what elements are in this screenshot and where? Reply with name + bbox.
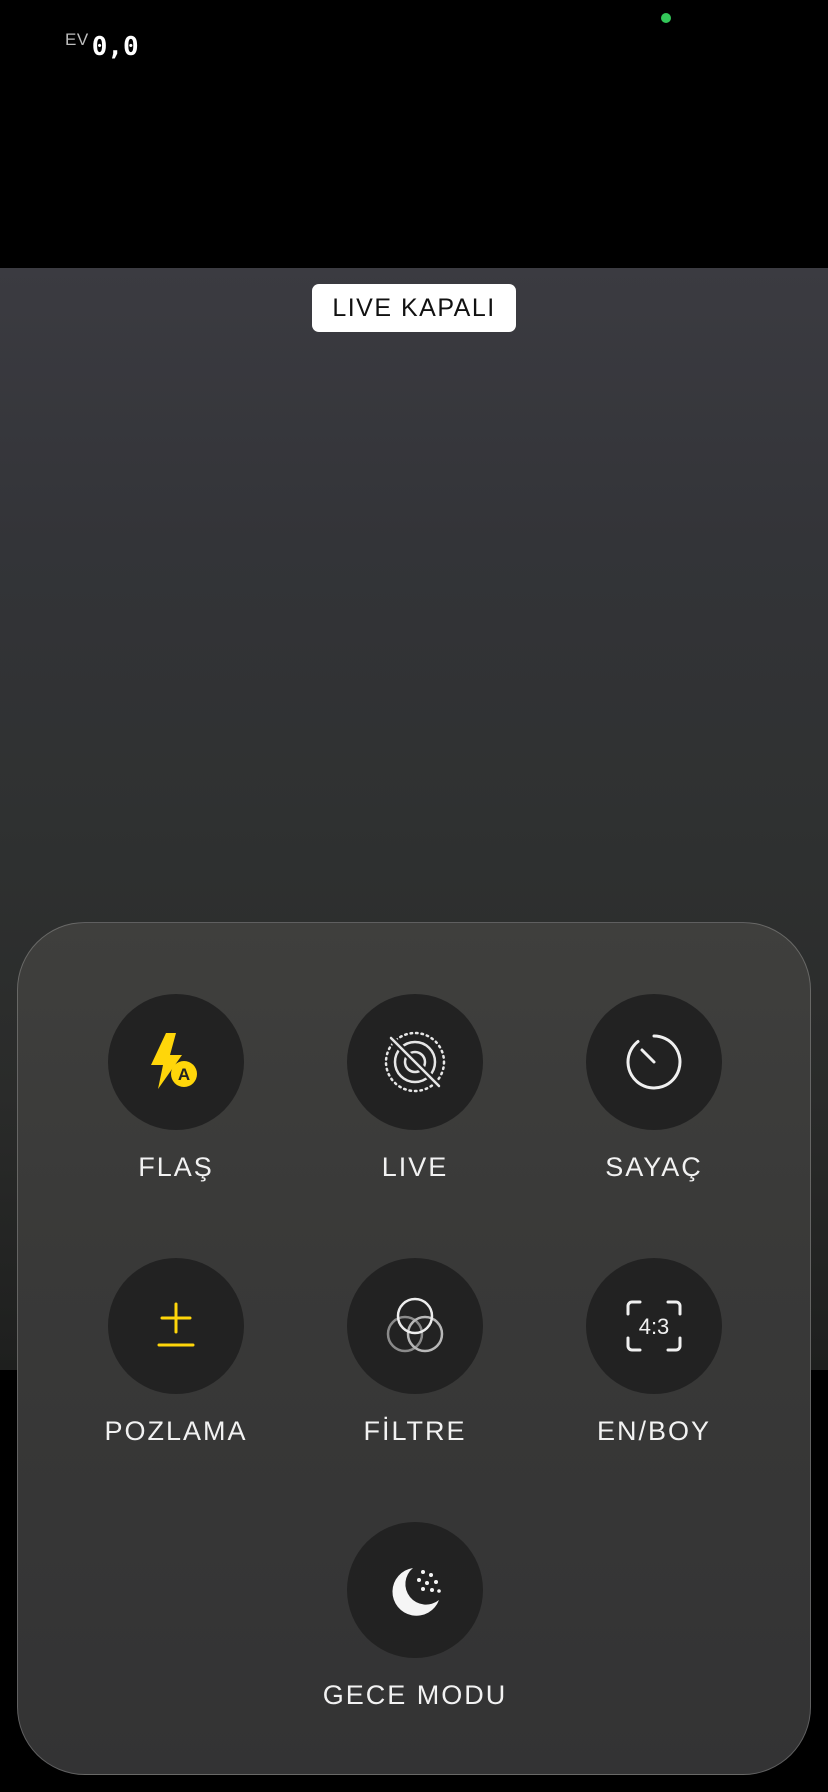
camera-controls-panel: A FLAŞ LIVE SAYAÇ POZLAMA FİLTRE 4:3 EN/… [17, 922, 811, 1775]
camera-in-use-indicator [661, 13, 671, 23]
night-mode-moon-icon [383, 1558, 447, 1622]
night-mode-button[interactable] [347, 1522, 483, 1658]
flash-label: FLAŞ [138, 1152, 214, 1182]
camera-screen: EV 0,0 LIVE KAPALI A FLAŞ LIVE SAYAÇ POZ… [0, 0, 828, 1792]
exposure-label: POZLAMA [104, 1416, 248, 1446]
aspect-ratio-label: EN/BOY [596, 1416, 712, 1446]
top-bar: EV 0,0 [0, 0, 828, 268]
timer-control[interactable]: SAYAÇ [554, 994, 754, 1183]
exposure-button[interactable] [108, 1258, 244, 1394]
filter-control[interactable]: FİLTRE [315, 1258, 515, 1447]
live-control[interactable]: LIVE [315, 994, 515, 1183]
flash-auto-icon: A [146, 1029, 206, 1095]
aspect-ratio-button[interactable]: 4:3 [586, 1258, 722, 1394]
flash-auto-badge: A [178, 1065, 190, 1084]
ev-value: 0,0 [91, 32, 139, 62]
filter-circles-icon [384, 1295, 446, 1357]
exposure-control[interactable]: POZLAMA [76, 1258, 276, 1447]
live-label: LIVE [381, 1152, 449, 1182]
live-photo-off-icon [382, 1029, 448, 1095]
filter-button[interactable] [347, 1258, 483, 1394]
night-mode-label: GECE MODU [322, 1680, 508, 1710]
flash-button[interactable]: A [108, 994, 244, 1130]
live-button[interactable] [347, 994, 483, 1130]
aspect-ratio-control[interactable]: 4:3 EN/BOY [554, 1258, 754, 1447]
ev-label: EV [65, 30, 89, 49]
night-mode-control[interactable]: GECE MODU [315, 1522, 515, 1711]
filter-label: FİLTRE [363, 1416, 467, 1446]
aspect-ratio-icon: 4:3 [624, 1298, 684, 1354]
exposure-plus-minus-icon [151, 1298, 201, 1354]
timer-icon [624, 1032, 684, 1092]
aspect-ratio-value: 4:3 [639, 1314, 670, 1339]
exposure-value-indicator: EV 0,0 [65, 28, 139, 62]
live-off-badge: LIVE KAPALI [312, 284, 516, 332]
timer-label: SAYAÇ [605, 1152, 703, 1182]
flash-control[interactable]: A FLAŞ [76, 994, 276, 1183]
timer-button[interactable] [586, 994, 722, 1130]
